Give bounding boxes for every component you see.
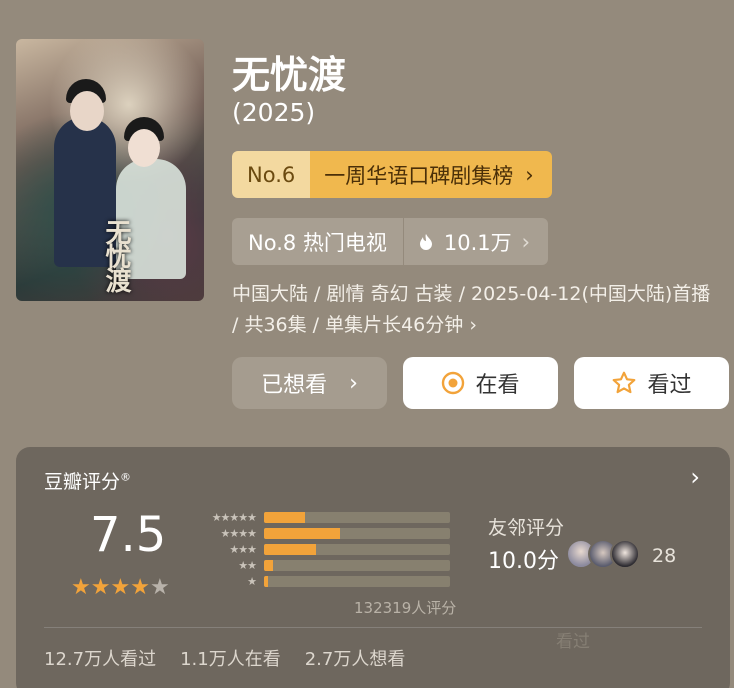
- chart-rank-number: No.6: [232, 151, 311, 198]
- watched-button[interactable]: 看过: [574, 357, 729, 409]
- rating-bar-row: ★★★: [196, 541, 450, 557]
- chevron-right-icon: ›: [525, 162, 534, 187]
- friends-rating-label: 友邻评分: [488, 517, 565, 539]
- rating-bar-row: ★★★★★: [196, 509, 450, 525]
- rating-bar-stars: ★★: [238, 558, 257, 572]
- registered-mark: ®: [120, 470, 132, 484]
- rating-bar-row: ★: [196, 573, 450, 589]
- friend-avatars[interactable]: [566, 539, 640, 569]
- watched-button-label: 看过: [647, 373, 692, 398]
- rating-label-text: 豆瓣评分: [44, 471, 121, 493]
- rating-bar-track: [264, 543, 450, 555]
- rating-bar-stars: ★★★★★: [211, 510, 257, 524]
- friends-rating-count: 28: [652, 545, 677, 567]
- watching-count[interactable]: 1.1万人在看: [180, 645, 281, 671]
- poster-calligraphy: 无忧渡: [101, 219, 131, 291]
- rating-distribution: ★★★★★ ★★★★ ★★★ ★★ ★: [196, 509, 450, 589]
- rating-bar-stars: ★★★: [229, 542, 257, 556]
- chevron-right-icon: ›: [521, 229, 531, 254]
- poster-face-male: [70, 91, 104, 131]
- rating-score: 7.5: [90, 507, 167, 563]
- rating-count: 132319人评分: [354, 599, 457, 617]
- popular-tv-rank: No.8 热门电视: [232, 218, 404, 265]
- chart-rank-label: 一周华语口碑剧集榜: [324, 163, 514, 188]
- poster-face-female: [128, 129, 160, 167]
- star-empty-icon: ★: [149, 575, 170, 600]
- wish-button-label: 已想看: [261, 373, 328, 398]
- star-filled-icon: ★: [90, 575, 111, 600]
- target-icon: [442, 371, 465, 395]
- avatar: [610, 539, 640, 569]
- heat-value: 10.1万 ›: [404, 218, 548, 265]
- heat-number: 10.1万: [443, 230, 512, 255]
- wish-button[interactable]: 已想看 ›: [232, 357, 387, 409]
- rating-bar-stars: ★★★★: [220, 526, 257, 540]
- show-title: 无忧渡: [232, 53, 347, 97]
- rating-bar-row: ★★: [196, 557, 450, 573]
- rating-bar-track: [264, 511, 450, 523]
- friends-rating-score: 10.0分: [488, 549, 559, 574]
- rating-bar-track: [264, 527, 450, 539]
- popularity-badge[interactable]: No.8 热门电视 10.1万 ›: [232, 218, 549, 265]
- chart-rank-name: 一周华语口碑剧集榜 ›: [310, 151, 552, 198]
- star-filled-icon: ★: [71, 575, 91, 600]
- audience-stats: 12.7万人看过 1.1万人在看 2.7万人想看: [44, 645, 405, 671]
- watching-button[interactable]: 在看: [403, 357, 558, 409]
- rating-bar-fill: [264, 543, 317, 555]
- watched-count[interactable]: 12.7万人看过: [44, 645, 156, 671]
- star-filled-icon: ★: [130, 575, 150, 600]
- chevron-right-icon[interactable]: ›: [690, 463, 700, 491]
- rating-bar-track: [264, 559, 450, 571]
- rating-bar-fill: [264, 559, 274, 571]
- chevron-right-icon: ›: [349, 370, 358, 396]
- rating-panel: 豆瓣评分® › 7.5 ★★★★★ ★★★★★ ★★★★ ★★★ ★★ ★ 132319…: [16, 447, 730, 688]
- rating-bar-fill: [264, 511, 305, 523]
- rating-label[interactable]: 豆瓣评分®: [44, 467, 131, 494]
- star-icon: [613, 371, 636, 394]
- rating-bar-fill: [264, 527, 341, 539]
- rating-bar-stars: ★: [247, 574, 257, 588]
- rating-bar-row: ★★★★: [196, 525, 450, 541]
- rating-bar-track: [264, 575, 450, 587]
- watching-button-label: 在看: [475, 373, 520, 398]
- star-filled-icon: ★: [110, 575, 131, 600]
- panel-divider: [44, 627, 702, 628]
- show-year: (2025): [232, 98, 316, 127]
- rating-bar-fill: [264, 575, 268, 587]
- rating-stars: ★★★★★: [71, 575, 170, 600]
- flame-icon: [419, 233, 432, 250]
- show-metadata[interactable]: 中国大陆 / 剧情 奇幻 古装 / 2025-04-12(中国大陆)首播 / 共…: [232, 279, 722, 341]
- wish-count[interactable]: 2.7万人想看: [305, 645, 406, 671]
- poster-image[interactable]: 无忧渡: [16, 39, 204, 301]
- watermark-text: 看过: [556, 632, 590, 652]
- chart-rank-badge[interactable]: No.6 一周华语口碑剧集榜 ›: [232, 151, 552, 198]
